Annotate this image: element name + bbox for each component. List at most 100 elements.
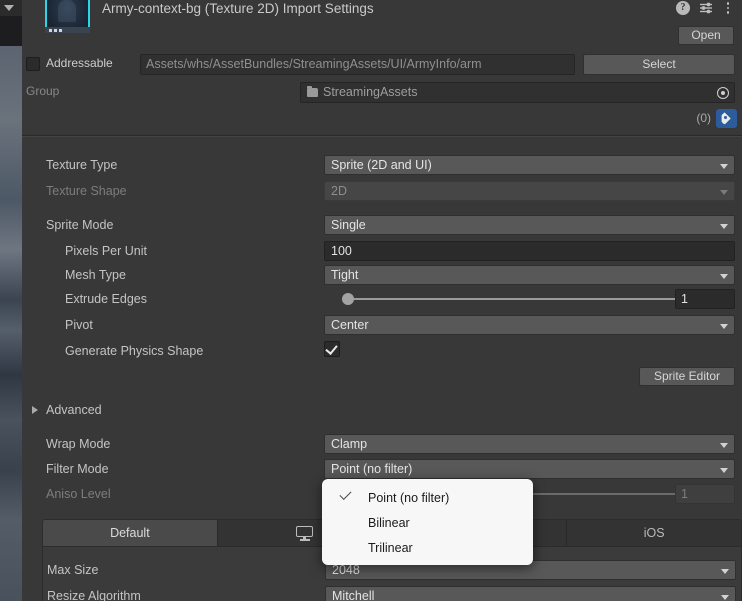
chevron-down-icon xyxy=(720,274,728,279)
field-pivot: Center xyxy=(324,315,735,335)
label-wrap-mode: Wrap Mode xyxy=(46,437,111,451)
preset-icon[interactable] xyxy=(699,1,713,15)
kebab-dot xyxy=(726,2,730,5)
field-pixels-per-unit: 100 xyxy=(324,241,735,261)
wrap-mode-dropdown[interactable]: Clamp xyxy=(324,434,735,454)
generate-physics-shape-checkbox[interactable] xyxy=(324,341,340,357)
chevron-down-icon xyxy=(720,468,728,473)
advanced-foldout[interactable]: Advanced xyxy=(22,400,742,422)
group-label: Group xyxy=(26,84,60,98)
mesh-type-value: Tight xyxy=(331,268,359,282)
group-dropdown[interactable]: StreamingAssets xyxy=(300,82,735,103)
label-sprite-mode: Sprite Mode xyxy=(46,218,114,232)
label-extrude-edges: Extrude Edges xyxy=(65,292,147,306)
label-pixels-per-unit: Pixels Per Unit xyxy=(65,244,147,258)
sprite-mode-dropdown[interactable]: Single xyxy=(324,215,735,235)
tab-ios[interactable]: iOS xyxy=(567,520,741,546)
sprite-mode-value: Single xyxy=(331,218,366,232)
label-mesh-type: Mesh Type xyxy=(65,268,126,282)
addressable-path-input[interactable]: Assets/whs/AssetBundles/StreamingAssets/… xyxy=(140,54,575,75)
field-extrude-edges: 1 xyxy=(324,289,735,309)
thumbnail-dot xyxy=(54,29,57,32)
popup-option-bilinear-label: Bilinear xyxy=(368,515,410,530)
open-button[interactable]: Open xyxy=(678,26,734,45)
extrude-edges-slider[interactable]: 1 xyxy=(324,289,735,309)
labels-count: (0) xyxy=(696,111,711,125)
field-resize-algorithm: Mitchell xyxy=(325,586,736,601)
slider-track[interactable] xyxy=(346,298,676,300)
extrude-edges-value-input[interactable]: 1 xyxy=(675,289,735,309)
row-sprite-mode: Sprite Mode Single xyxy=(22,215,742,237)
pivot-dropdown[interactable]: Center xyxy=(324,315,735,335)
popup-option-point-label: Point (no filter) xyxy=(368,490,450,505)
label-texture-shape: Texture Shape xyxy=(46,184,127,198)
chevron-down-icon xyxy=(721,569,729,574)
chevron-down-icon xyxy=(720,224,728,229)
texture-shape-value: 2D xyxy=(331,184,347,198)
sprite-editor-button[interactable]: Sprite Editor xyxy=(639,367,735,386)
monitor-icon xyxy=(296,525,314,541)
thumbnail-dot xyxy=(49,29,52,32)
tab-ios-label: iOS xyxy=(643,526,665,540)
field-filter-mode: Point (no filter) xyxy=(324,459,735,479)
label-texture-type: Texture Type xyxy=(46,158,118,172)
label-max-size: Max Size xyxy=(47,563,99,577)
pixels-per-unit-input[interactable]: 100 xyxy=(324,241,735,261)
header-icon-group: ? xyxy=(676,1,734,15)
filter-mode-dropdown[interactable]: Point (no filter) xyxy=(324,459,735,479)
label-generate-physics-shape: Generate Physics Shape xyxy=(65,344,204,358)
target-picker-icon[interactable] xyxy=(717,87,729,99)
kebab-dot xyxy=(726,6,730,10)
kebab-dot xyxy=(726,11,730,14)
addressable-checkbox[interactable] xyxy=(26,57,40,71)
folder-icon xyxy=(307,86,318,97)
row-pixels-per-unit: Pixels Per Unit 100 xyxy=(22,241,742,263)
row-mesh-type: Mesh Type Tight xyxy=(22,265,742,287)
slider-handle[interactable] xyxy=(342,293,354,305)
help-icon[interactable]: ? xyxy=(676,1,690,15)
wrap-mode-value: Clamp xyxy=(331,437,368,451)
label-tag-icon[interactable] xyxy=(716,109,737,128)
background-editor-strip xyxy=(0,0,22,601)
chevron-down-icon xyxy=(720,324,728,329)
kebab-menu-icon[interactable] xyxy=(722,2,734,14)
select-button[interactable]: Select xyxy=(583,54,735,75)
addressable-row: Addressable Assets/whs/AssetBundles/Stre… xyxy=(22,54,742,76)
row-texture-type: Texture Type Sprite (2D and UI) xyxy=(22,155,742,177)
popup-option-point[interactable]: Point (no filter) xyxy=(322,485,533,510)
field-generate-physics-shape xyxy=(324,341,735,361)
advanced-foldout-label: Advanced xyxy=(46,403,102,417)
chevron-down-icon xyxy=(720,190,728,195)
dropdown-caret-icon[interactable] xyxy=(4,5,14,11)
max-size-value: 2048 xyxy=(332,563,360,577)
tab-default[interactable]: Default xyxy=(43,520,218,546)
label-aniso-level: Aniso Level xyxy=(46,487,111,501)
mesh-type-dropdown[interactable]: Tight xyxy=(324,265,735,285)
inspector-header: Army-context-bg (Texture 2D) Import Sett… xyxy=(22,0,742,45)
field-texture-shape: 2D xyxy=(324,181,735,201)
page-title: Army-context-bg (Texture 2D) Import Sett… xyxy=(102,1,374,16)
row-filter-mode: Filter Mode Point (no filter) xyxy=(22,459,742,481)
filter-mode-value: Point (no filter) xyxy=(331,462,413,476)
popup-option-trilinear[interactable]: Trilinear xyxy=(322,535,533,560)
resize-algorithm-dropdown[interactable]: Mitchell xyxy=(325,586,736,601)
field-mesh-type: Tight xyxy=(324,265,735,285)
popup-option-bilinear[interactable]: Bilinear xyxy=(322,510,533,535)
field-texture-type: Sprite (2D and UI) xyxy=(324,155,735,175)
texture-type-dropdown[interactable]: Sprite (2D and UI) xyxy=(324,155,735,175)
texture-type-value: Sprite (2D and UI) xyxy=(331,158,432,172)
addressable-label: Addressable xyxy=(46,56,113,70)
thumbnail-footer xyxy=(45,27,90,33)
row-wrap-mode: Wrap Mode Clamp xyxy=(22,434,742,456)
row-resize-algorithm: Resize Algorithm Mitchell xyxy=(43,586,741,601)
check-icon xyxy=(339,487,352,501)
row-pivot: Pivot Center xyxy=(22,315,742,337)
filter-mode-dropdown-popup: Point (no filter) Bilinear Trilinear xyxy=(322,479,533,565)
chevron-right-icon xyxy=(32,406,38,414)
row-texture-shape: Texture Shape 2D xyxy=(22,181,742,203)
addressable-group-row: Group StreamingAssets xyxy=(22,82,742,104)
asset-preview-thumbnail xyxy=(45,0,90,33)
monitor-base xyxy=(299,539,310,541)
chevron-down-icon xyxy=(721,595,729,600)
chevron-down-icon xyxy=(720,443,728,448)
